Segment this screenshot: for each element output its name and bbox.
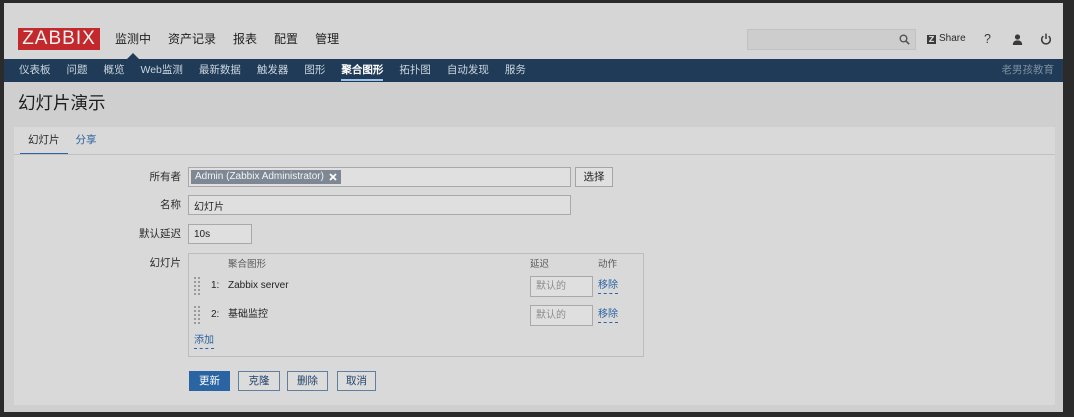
slideshow-form-card: 幻灯片 分享 所有者 Admin (Zabbix Administrator) … <box>14 127 1055 405</box>
top-menu: 监测中 资产记录 报表 配置 管理 <box>115 31 339 47</box>
slide-index: 1: <box>211 280 220 291</box>
tab-divider <box>14 154 1055 155</box>
search-icon[interactable] <box>899 34 910 45</box>
sub-nav-items: 仪表板 问题 概览 Web监测 最新数据 触发器 图形 聚合图形 拓扑图 自动发… <box>19 59 526 82</box>
subnav-item-triggers[interactable]: 触发器 <box>257 59 289 82</box>
add-slide-link[interactable]: 添加 <box>194 334 214 349</box>
subnav-item-problems[interactable]: 问题 <box>67 59 88 82</box>
zabbix-logo[interactable]: ZABBIX <box>18 28 100 50</box>
user-icon[interactable] <box>1012 34 1023 45</box>
help-button[interactable]: ? <box>984 32 991 46</box>
server-name-label: 老男孩教育 <box>1001 64 1055 76</box>
subnav-item-dashboard[interactable]: 仪表板 <box>19 59 51 82</box>
column-header-action: 动作 <box>598 259 618 270</box>
slide-index: 2: <box>211 309 220 320</box>
owner-label: 所有者 <box>149 171 182 183</box>
slide-screen-name: Zabbix server <box>228 280 289 291</box>
slide-delay-field[interactable] <box>530 305 593 326</box>
subnav-item-web[interactable]: Web监测 <box>141 59 183 82</box>
search-input[interactable] <box>748 30 903 49</box>
column-header-delay: 延迟 <box>530 259 550 270</box>
owner-multiselect[interactable]: Admin (Zabbix Administrator) <box>188 167 571 187</box>
subnav-item-discovery[interactable]: 自动发现 <box>447 59 489 82</box>
power-icon[interactable] <box>1040 33 1052 45</box>
subnav-item-screens[interactable]: 聚合图形 <box>341 59 384 82</box>
delete-button[interactable]: 删除 <box>287 371 328 391</box>
subnav-item-maps[interactable]: 拓扑图 <box>399 59 431 82</box>
sub-navigation: 仪表板 问题 概览 Web监测 最新数据 触发器 图形 聚合图形 拓扑图 自动发… <box>4 59 1063 82</box>
update-button[interactable]: 更新 <box>189 371 230 391</box>
top-menu-reports[interactable]: 报表 <box>233 31 257 47</box>
subnav-item-services[interactable]: 服务 <box>505 59 526 82</box>
name-field[interactable] <box>188 195 571 215</box>
top-menu-inventory[interactable]: 资产记录 <box>168 31 216 47</box>
column-header-screen: 聚合图形 <box>228 259 267 270</box>
share-label: Share <box>939 33 966 44</box>
subnav-item-overview[interactable]: 概览 <box>104 59 125 82</box>
top-menu-administration[interactable]: 管理 <box>315 31 339 47</box>
tab-sharing[interactable]: 分享 <box>68 127 105 153</box>
tab-slideshow[interactable]: 幻灯片 <box>20 127 68 155</box>
default-delay-label: 默认延迟 <box>139 228 181 240</box>
slide-screen-name: 基础监控 <box>228 309 268 320</box>
zabbix-share-icon: Z <box>927 34 936 44</box>
top-menu-configuration[interactable]: 配置 <box>274 31 298 47</box>
top-header: ZABBIX 监测中 资产记录 报表 配置 管理 Z Share ? <box>4 3 1063 59</box>
remove-slide-link[interactable]: 移除 <box>598 308 618 323</box>
subnav-item-latest-data[interactable]: 最新数据 <box>199 59 241 82</box>
drag-handle-icon[interactable] <box>194 306 200 324</box>
owner-token: Admin (Zabbix Administrator) <box>191 170 341 184</box>
drag-handle-icon[interactable] <box>194 277 200 295</box>
name-label: 名称 <box>160 199 181 211</box>
slides-table: 聚合图形 延迟 动作 1: Zabbix server 移除 2: 基础监控 移… <box>188 253 644 357</box>
share-link[interactable]: Z Share <box>927 33 966 45</box>
slides-label: 幻灯片 <box>149 257 182 269</box>
subnav-item-graphs[interactable]: 图形 <box>304 59 325 82</box>
top-menu-monitoring[interactable]: 监测中 <box>115 31 151 47</box>
page-title: 幻灯片演示 <box>18 93 106 113</box>
default-delay-field[interactable] <box>188 224 252 244</box>
select-owner-button[interactable]: 选择 <box>575 167 613 187</box>
zabbix-window: ZABBIX 监测中 资产记录 报表 配置 管理 Z Share ? 仪表板 问… <box>4 3 1063 412</box>
owner-token-label: Admin (Zabbix Administrator) <box>195 171 324 182</box>
tab-bar: 幻灯片 分享 <box>20 127 105 155</box>
remove-token-icon[interactable] <box>329 173 337 181</box>
cancel-button[interactable]: 取消 <box>337 371 376 391</box>
remove-slide-link[interactable]: 移除 <box>598 279 618 294</box>
clone-button[interactable]: 克隆 <box>238 371 280 391</box>
slide-delay-field[interactable] <box>530 276 593 297</box>
search-box <box>747 29 916 50</box>
